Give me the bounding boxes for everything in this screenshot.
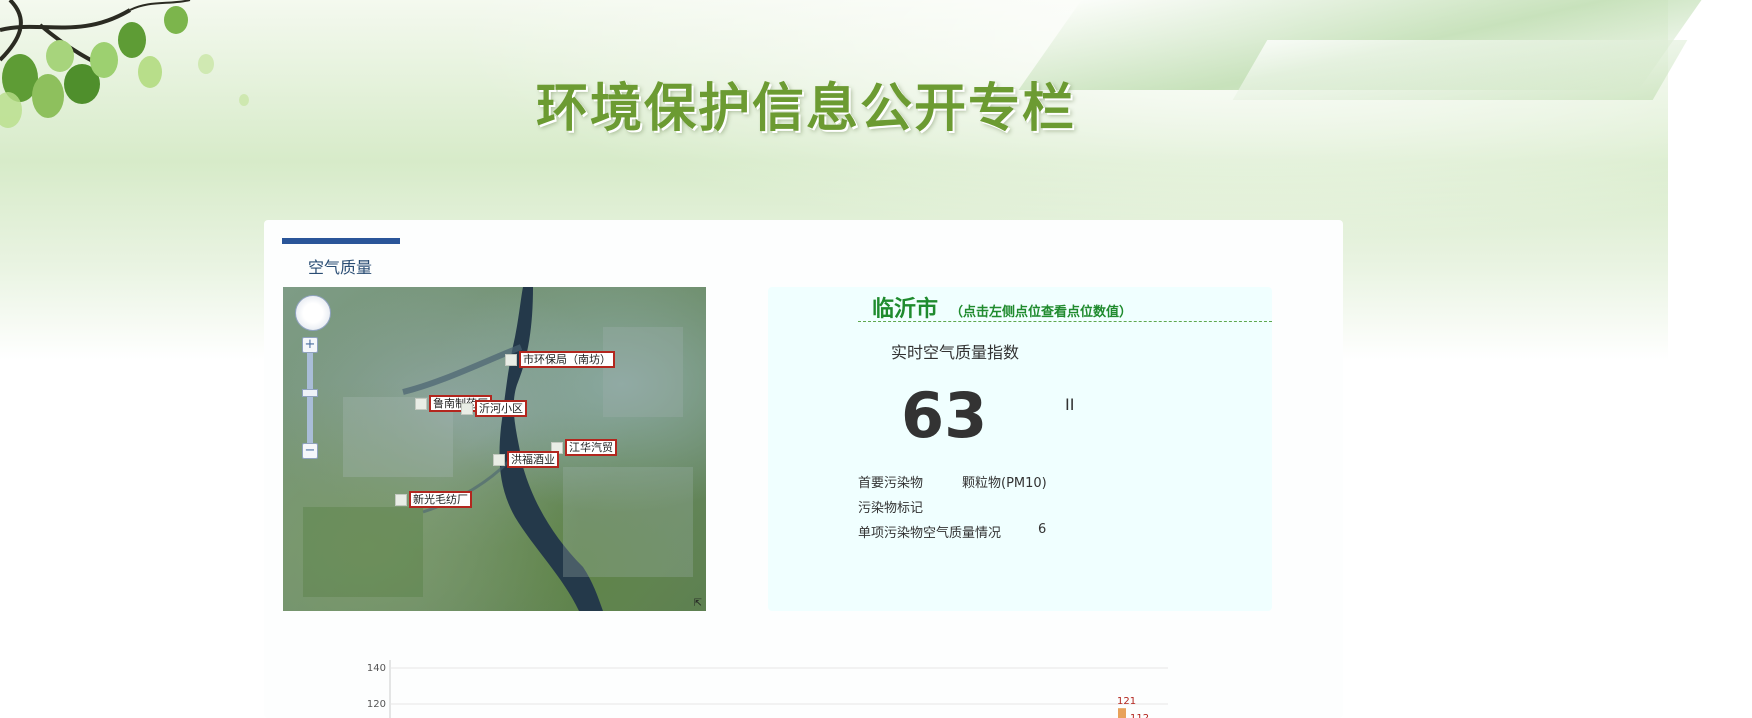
active-tab-indicator xyxy=(282,238,400,244)
zoom-slider-knob[interactable] xyxy=(302,389,318,397)
city-name: 临沂市 xyxy=(872,297,939,322)
station-marker[interactable]: 洪福酒业 xyxy=(493,451,559,468)
info-label: 污染物标记 xyxy=(858,501,924,516)
chart-y-tick-label: 140 xyxy=(367,663,386,674)
single-pollutant-row: 单项污染物空气质量情况 6 xyxy=(858,522,1046,541)
zoom-out-button[interactable]: − xyxy=(302,443,318,459)
city-hint: （点击左侧点位查看点位数值） xyxy=(950,305,1133,320)
map-terrain xyxy=(303,287,693,611)
chart-bar xyxy=(1118,708,1126,718)
station-label: 江华汽贸 xyxy=(565,439,617,456)
aqi-value: 63 xyxy=(901,379,988,452)
station-map[interactable]: + − 市环保局（南坊） 鲁南制药厂 沂河小区 江华汽贸 洪福酒业 新光毛纺厂 … xyxy=(283,287,706,611)
chart-y-tick-label: 120 xyxy=(367,699,386,710)
station-pin-icon xyxy=(505,353,517,366)
chart-data-label: 121 xyxy=(1117,696,1136,707)
station-marker[interactable]: 市环保局（南坊） xyxy=(505,351,615,368)
map-resize-icon[interactable]: ⇱ xyxy=(694,598,702,609)
pollutant-mark-row: 污染物标记 xyxy=(858,497,923,516)
info-label: 单项污染物空气质量情况 xyxy=(858,526,1002,541)
zoom-in-button[interactable]: + xyxy=(302,337,318,353)
info-label: 首要污染物 xyxy=(858,476,924,491)
primary-pollutant-row: 首要污染物 颗粒物(PM10) xyxy=(858,472,1047,491)
leaves-decoration xyxy=(0,0,249,128)
tab-air-quality[interactable]: 空气质量 xyxy=(308,254,372,278)
station-marker[interactable]: 新光毛纺厂 xyxy=(395,491,472,508)
station-pin-icon xyxy=(461,402,473,415)
station-pin-icon xyxy=(415,397,427,410)
aqi-bar-chart: 140 120 121 112 xyxy=(367,660,1168,718)
station-marker[interactable]: 江华汽贸 xyxy=(551,439,617,456)
station-label: 洪福酒业 xyxy=(507,451,559,468)
station-label: 市环保局（南坊） xyxy=(519,351,615,368)
station-pin-icon xyxy=(493,453,505,466)
station-pin-icon xyxy=(395,493,407,506)
map-pan-control[interactable] xyxy=(295,295,331,331)
divider xyxy=(858,321,1272,322)
aqi-heading: 实时空气质量指数 xyxy=(891,343,1020,362)
page-title: 环境保护信息公开专栏 xyxy=(536,79,1077,139)
station-marker[interactable]: 沂河小区 xyxy=(461,400,527,417)
chart-data-label: 112 xyxy=(1130,713,1149,718)
banner-light-streak xyxy=(1232,40,1688,100)
aqi-level: II xyxy=(1065,395,1075,414)
info-value: 颗粒物(PM10) xyxy=(962,476,1047,491)
info-value: 6 xyxy=(1038,522,1047,537)
aqi-info-box: 临沂市 （点击左侧点位查看点位数值） 实时空气质量指数 63 II 首要污染物 … xyxy=(768,287,1272,611)
station-label: 新光毛纺厂 xyxy=(409,491,472,508)
station-label: 沂河小区 xyxy=(475,400,527,417)
